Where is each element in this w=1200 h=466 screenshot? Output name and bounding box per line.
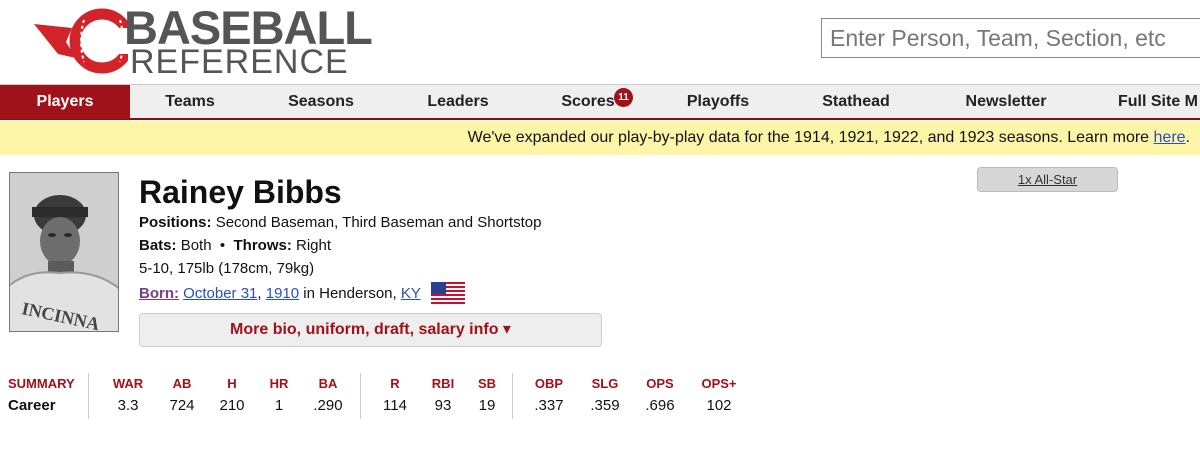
stat-value-obp: .337 — [534, 397, 564, 414]
stat-header-war: WAR — [112, 376, 144, 391]
stat-value-rbi: 93 — [434, 397, 452, 414]
stat-header-hr: HR — [269, 376, 289, 391]
stat-header-h: H — [227, 376, 237, 391]
stat-row-label-career: Career — [8, 397, 56, 414]
stat-value-war: 3.3 — [117, 397, 139, 414]
site-header: BASEBALL REFERENCE Enter Person, Team, S… — [0, 0, 1200, 84]
stat-value-ops-plus: 102 — [706, 397, 732, 414]
main-nav: Players Teams Seasons Leaders Scores 11 … — [0, 84, 1200, 120]
throws-value: Right — [296, 237, 332, 254]
stats-summary: SUMMARY Career WAR 3.3 AB 724 H 210 HR 1… — [0, 373, 760, 423]
site-logo[interactable]: BASEBALL REFERENCE — [32, 4, 392, 80]
stats-divider — [512, 373, 513, 419]
stat-col-ops: OPS .696 — [638, 373, 682, 419]
nav-item-seasons[interactable]: Seasons — [260, 85, 382, 119]
nav-item-playoffs[interactable]: Playoffs — [658, 85, 778, 119]
stat-header-ba: BA — [318, 376, 338, 391]
stat-value-sb: 19 — [478, 397, 496, 414]
born-date-link[interactable]: October 31 — [183, 285, 257, 302]
positions-value: Second Baseman, Third Baseman and Shorts… — [215, 214, 542, 231]
stat-header-obp: OBP — [534, 376, 564, 391]
stat-col-rbi: RBI 93 — [421, 373, 465, 419]
nav-item-teams[interactable]: Teams — [130, 85, 250, 119]
search-input[interactable]: Enter Person, Team, Section, etc — [821, 18, 1200, 58]
stat-col-r: R 114 — [373, 373, 417, 419]
stat-col-sb: SB 19 — [465, 373, 509, 419]
player-positions: Positions: Second Baseman, Third Baseman… — [139, 214, 541, 231]
born-place: in Henderson, — [303, 284, 397, 302]
born-comma: , — [257, 284, 262, 302]
player-name: Rainey Bibbs — [139, 174, 342, 210]
stat-value-hr: 1 — [274, 397, 284, 414]
nav-item-newsletter[interactable]: Newsletter — [946, 85, 1066, 119]
bats-throws-separator: • — [219, 237, 226, 254]
stat-col-summary: SUMMARY Career — [8, 373, 78, 419]
stat-col-obp: OBP .337 — [527, 373, 571, 419]
born-state-link[interactable]: KY — [401, 285, 421, 302]
announcement-text: We've expanded our play-by-play data for… — [467, 129, 1154, 146]
stat-value-ab: 724 — [169, 397, 195, 414]
throws-label: Throws: — [233, 237, 292, 254]
player-photo: INCINNA — [9, 172, 119, 332]
stat-header-r: R — [390, 376, 400, 391]
stats-divider — [360, 373, 361, 419]
stat-col-h: H 210 — [210, 373, 254, 419]
stat-header-summary: SUMMARY — [8, 376, 75, 391]
nav-item-leaders[interactable]: Leaders — [398, 85, 518, 119]
nav-item-stathead[interactable]: Stathead — [796, 85, 916, 119]
stats-divider — [88, 373, 89, 419]
scores-count-badge: 11 — [614, 88, 633, 107]
nav-item-full-site-menu[interactable]: Full Site M — [1118, 85, 1200, 119]
born-label-link[interactable]: Born: — [139, 285, 179, 302]
stat-col-hr: HR 1 — [257, 373, 301, 419]
stat-value-slg: .359 — [590, 397, 620, 414]
stat-col-slg: SLG .359 — [583, 373, 627, 419]
us-flag-icon — [430, 282, 465, 306]
stat-value-ba: .290 — [313, 397, 343, 414]
nav-item-players[interactable]: Players — [0, 85, 130, 119]
stat-value-ops: .696 — [645, 397, 675, 414]
announcement-period: . — [1185, 129, 1190, 146]
bats-value: Both — [180, 237, 212, 254]
player-bats-throws: Bats: Both • Throws: Right — [139, 237, 331, 254]
player-size: 5-10, 175lb (178cm, 79kg) — [139, 260, 315, 277]
announcement-banner: We've expanded our play-by-play data for… — [0, 121, 1200, 155]
stat-header-ops-plus: OPS+ — [701, 376, 737, 391]
stat-header-rbi: RBI — [431, 376, 455, 391]
stat-header-slg: SLG — [591, 376, 619, 391]
stat-col-ab: AB 724 — [160, 373, 204, 419]
more-bio-button[interactable]: More bio, uniform, draft, salary info ▾ — [139, 313, 602, 347]
bats-label: Bats: — [139, 237, 177, 254]
player-born: Born: October 31, 1910 in Henderson, KY — [139, 282, 465, 306]
stat-col-ops-plus: OPS+ 102 — [695, 373, 743, 419]
player-photo-image: INCINNA — [10, 173, 118, 331]
stat-header-sb: SB — [477, 376, 497, 391]
logo-icon — [34, 8, 128, 74]
stat-col-ba: BA .290 — [306, 373, 350, 419]
stat-value-r: 114 — [383, 397, 407, 414]
stat-header-ab: AB — [172, 376, 192, 391]
stat-value-h: 210 — [219, 397, 245, 414]
positions-label: Positions: — [139, 214, 212, 231]
stat-col-war: WAR 3.3 — [106, 373, 150, 419]
logo-text-reference: REFERENCE — [130, 43, 349, 81]
stat-header-ops: OPS — [646, 376, 674, 391]
born-year-link[interactable]: 1910 — [266, 285, 299, 302]
allstar-badge[interactable]: 1x All-Star — [977, 167, 1118, 192]
announcement-link[interactable]: here — [1154, 129, 1186, 146]
